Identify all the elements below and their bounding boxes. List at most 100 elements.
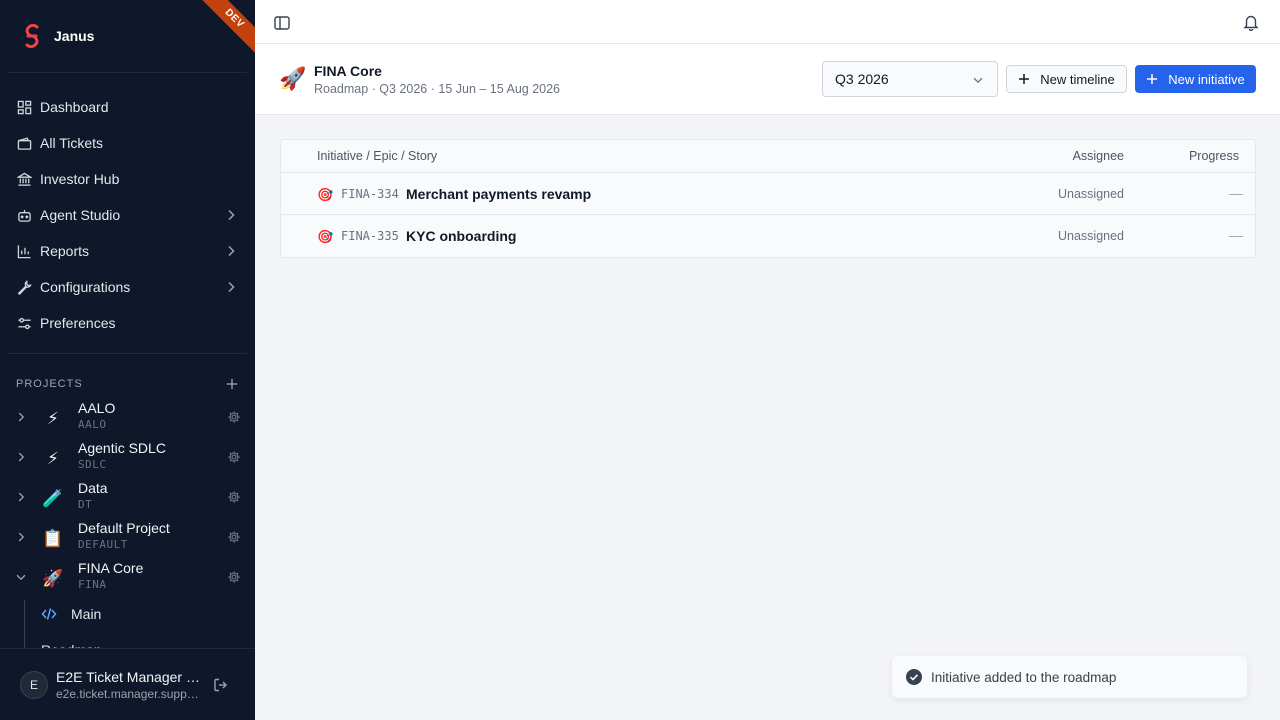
page-subtitle: Roadmap · Q3 2026 · 15 Jun – 15 Aug 2026 bbox=[314, 82, 561, 96]
subnav-item-main[interactable]: Main bbox=[41, 606, 101, 622]
user-panel: E E2E Ticket Manager User e2e.ticket.man… bbox=[0, 648, 255, 720]
project-item-data[interactable]: 🧪 Data DT bbox=[0, 478, 255, 518]
table-header: Initiative / Epic / Story Assignee Progr… bbox=[281, 140, 1255, 173]
assignee[interactable]: Unassigned bbox=[1058, 187, 1124, 201]
nav-item-reports[interactable]: Reports bbox=[0, 233, 255, 269]
rocket-icon: 🚀 bbox=[279, 66, 307, 91]
project-name: Agentic SDLC bbox=[78, 440, 166, 456]
project-subnav: Main Roadmap bbox=[24, 600, 255, 658]
chevron-right-icon bbox=[228, 245, 235, 257]
column-header-assignee: Assignee bbox=[1072, 149, 1124, 163]
table-row[interactable]: 🎯 FINA-335 KYC onboarding Unassigned — bbox=[281, 215, 1255, 257]
table-row[interactable]: 🎯 FINA-334 Merchant payments revamp Unas… bbox=[281, 173, 1255, 215]
main-nav: Dashboard All Tickets Investor Hub Agent… bbox=[0, 89, 255, 341]
nav-label: Reports bbox=[40, 243, 90, 259]
project-key: FINA bbox=[78, 578, 107, 591]
nav-item-preferences[interactable]: Preferences bbox=[0, 305, 255, 341]
nav-item-all-tickets[interactable]: All Tickets bbox=[0, 125, 255, 161]
sliders-icon bbox=[16, 315, 32, 331]
project-item-default-project[interactable]: 📋 Default Project DEFAULT bbox=[0, 518, 255, 558]
gear-icon[interactable] bbox=[227, 410, 241, 424]
nav-item-dashboard[interactable]: Dashboard bbox=[0, 89, 255, 125]
quarter-select[interactable]: Q3 2026 bbox=[822, 61, 998, 97]
gear-icon[interactable] bbox=[227, 570, 241, 584]
new-timeline-button[interactable]: New timeline bbox=[1006, 65, 1127, 93]
project-name: Data bbox=[78, 480, 108, 496]
bank-icon bbox=[16, 171, 32, 187]
projects-header: PROJECTS bbox=[16, 376, 239, 392]
add-project-icon[interactable] bbox=[225, 377, 239, 391]
gear-icon[interactable] bbox=[227, 490, 241, 504]
logout-icon[interactable] bbox=[213, 677, 229, 693]
sidebar-toggle-icon[interactable] bbox=[273, 14, 291, 32]
user-name: E2E Ticket Manager User bbox=[56, 669, 200, 685]
project-key: DT bbox=[78, 498, 93, 511]
tickets-icon bbox=[16, 135, 32, 151]
progress: — bbox=[1229, 185, 1243, 201]
avatar[interactable]: E bbox=[20, 671, 48, 699]
project-key: SDLC bbox=[78, 458, 107, 471]
sidebar: DEV Janus Dashboard All Tickets Investor… bbox=[0, 0, 255, 720]
column-header-item: Initiative / Epic / Story bbox=[317, 149, 438, 163]
project-item-aalo[interactable]: ⚡ AALO AALO bbox=[0, 398, 255, 438]
bot-icon bbox=[16, 207, 32, 223]
top-bar bbox=[255, 0, 1280, 44]
project-item-agentic-sdlc[interactable]: ⚡ Agentic SDLC SDLC bbox=[0, 438, 255, 478]
project-item-fina-core[interactable]: 🚀 FINA Core FINA bbox=[0, 558, 255, 598]
plus-icon bbox=[1147, 74, 1158, 84]
ticket-key: FINA-335 bbox=[341, 229, 399, 243]
ticket-key: FINA-334 bbox=[341, 187, 399, 201]
divider bbox=[8, 72, 247, 73]
nav-label: Investor Hub bbox=[40, 171, 120, 187]
toast-message: Initiative added to the roadmap bbox=[931, 669, 1117, 685]
chevron-right-icon[interactable] bbox=[14, 530, 28, 544]
nav-label: Dashboard bbox=[40, 99, 109, 115]
target-icon: 🎯 bbox=[317, 229, 334, 244]
dashboard-icon bbox=[16, 99, 32, 115]
project-emoji: 📋 bbox=[42, 529, 64, 548]
nav-label: Configurations bbox=[40, 279, 131, 295]
project-emoji: 🧪 bbox=[42, 489, 64, 508]
assignee[interactable]: Unassigned bbox=[1058, 229, 1124, 243]
toast-notification: Initiative added to the roadmap bbox=[892, 656, 1247, 698]
bell-icon[interactable] bbox=[1242, 13, 1260, 31]
chevron-right-icon bbox=[228, 209, 235, 221]
divider bbox=[8, 353, 247, 354]
check-circle-icon bbox=[906, 669, 922, 685]
subnav-label: Main bbox=[71, 606, 102, 622]
page-title: FINA Core bbox=[314, 63, 382, 79]
project-key: AALO bbox=[78, 418, 107, 431]
target-icon: 🎯 bbox=[317, 187, 334, 202]
chevron-right-icon bbox=[228, 281, 235, 293]
progress: — bbox=[1229, 227, 1243, 243]
janus-logo-icon bbox=[25, 23, 39, 49]
quarter-select-value: Q3 2026 bbox=[835, 71, 889, 87]
project-key: DEFAULT bbox=[78, 538, 128, 551]
initiative-name: Merchant payments revamp bbox=[406, 186, 592, 202]
nav-label: All Tickets bbox=[40, 135, 104, 151]
project-name: AALO bbox=[78, 400, 116, 416]
new-initiative-label: New initiative bbox=[1168, 71, 1245, 87]
nav-item-investor-hub[interactable]: Investor Hub bbox=[0, 161, 255, 197]
project-name: Default Project bbox=[78, 520, 170, 536]
gear-icon[interactable] bbox=[227, 530, 241, 544]
chevron-right-icon[interactable] bbox=[14, 410, 28, 424]
new-timeline-label: New timeline bbox=[1040, 71, 1115, 87]
gear-icon[interactable] bbox=[227, 450, 241, 464]
roadmap-table: Initiative / Epic / Story Assignee Progr… bbox=[280, 139, 1256, 258]
plus-icon bbox=[1019, 74, 1030, 84]
nav-item-configurations[interactable]: Configurations bbox=[0, 269, 255, 305]
bar-chart-icon bbox=[16, 243, 32, 259]
nav-label: Preferences bbox=[40, 315, 116, 331]
chevron-right-icon[interactable] bbox=[14, 450, 28, 464]
nav-item-agent-studio[interactable]: Agent Studio bbox=[0, 197, 255, 233]
page-header: 🚀 FINA Core Roadmap · Q3 2026 · 15 Jun –… bbox=[255, 44, 1280, 115]
env-badge: DEV bbox=[195, 0, 255, 58]
new-initiative-button[interactable]: New initiative bbox=[1135, 65, 1256, 93]
project-emoji: 🚀 bbox=[42, 569, 64, 588]
column-header-progress: Progress bbox=[1188, 149, 1239, 163]
chevron-right-icon[interactable] bbox=[14, 490, 28, 504]
chevron-down-icon[interactable] bbox=[14, 570, 28, 584]
brand[interactable]: Janus bbox=[20, 22, 94, 50]
initiative-name: KYC onboarding bbox=[406, 228, 517, 244]
